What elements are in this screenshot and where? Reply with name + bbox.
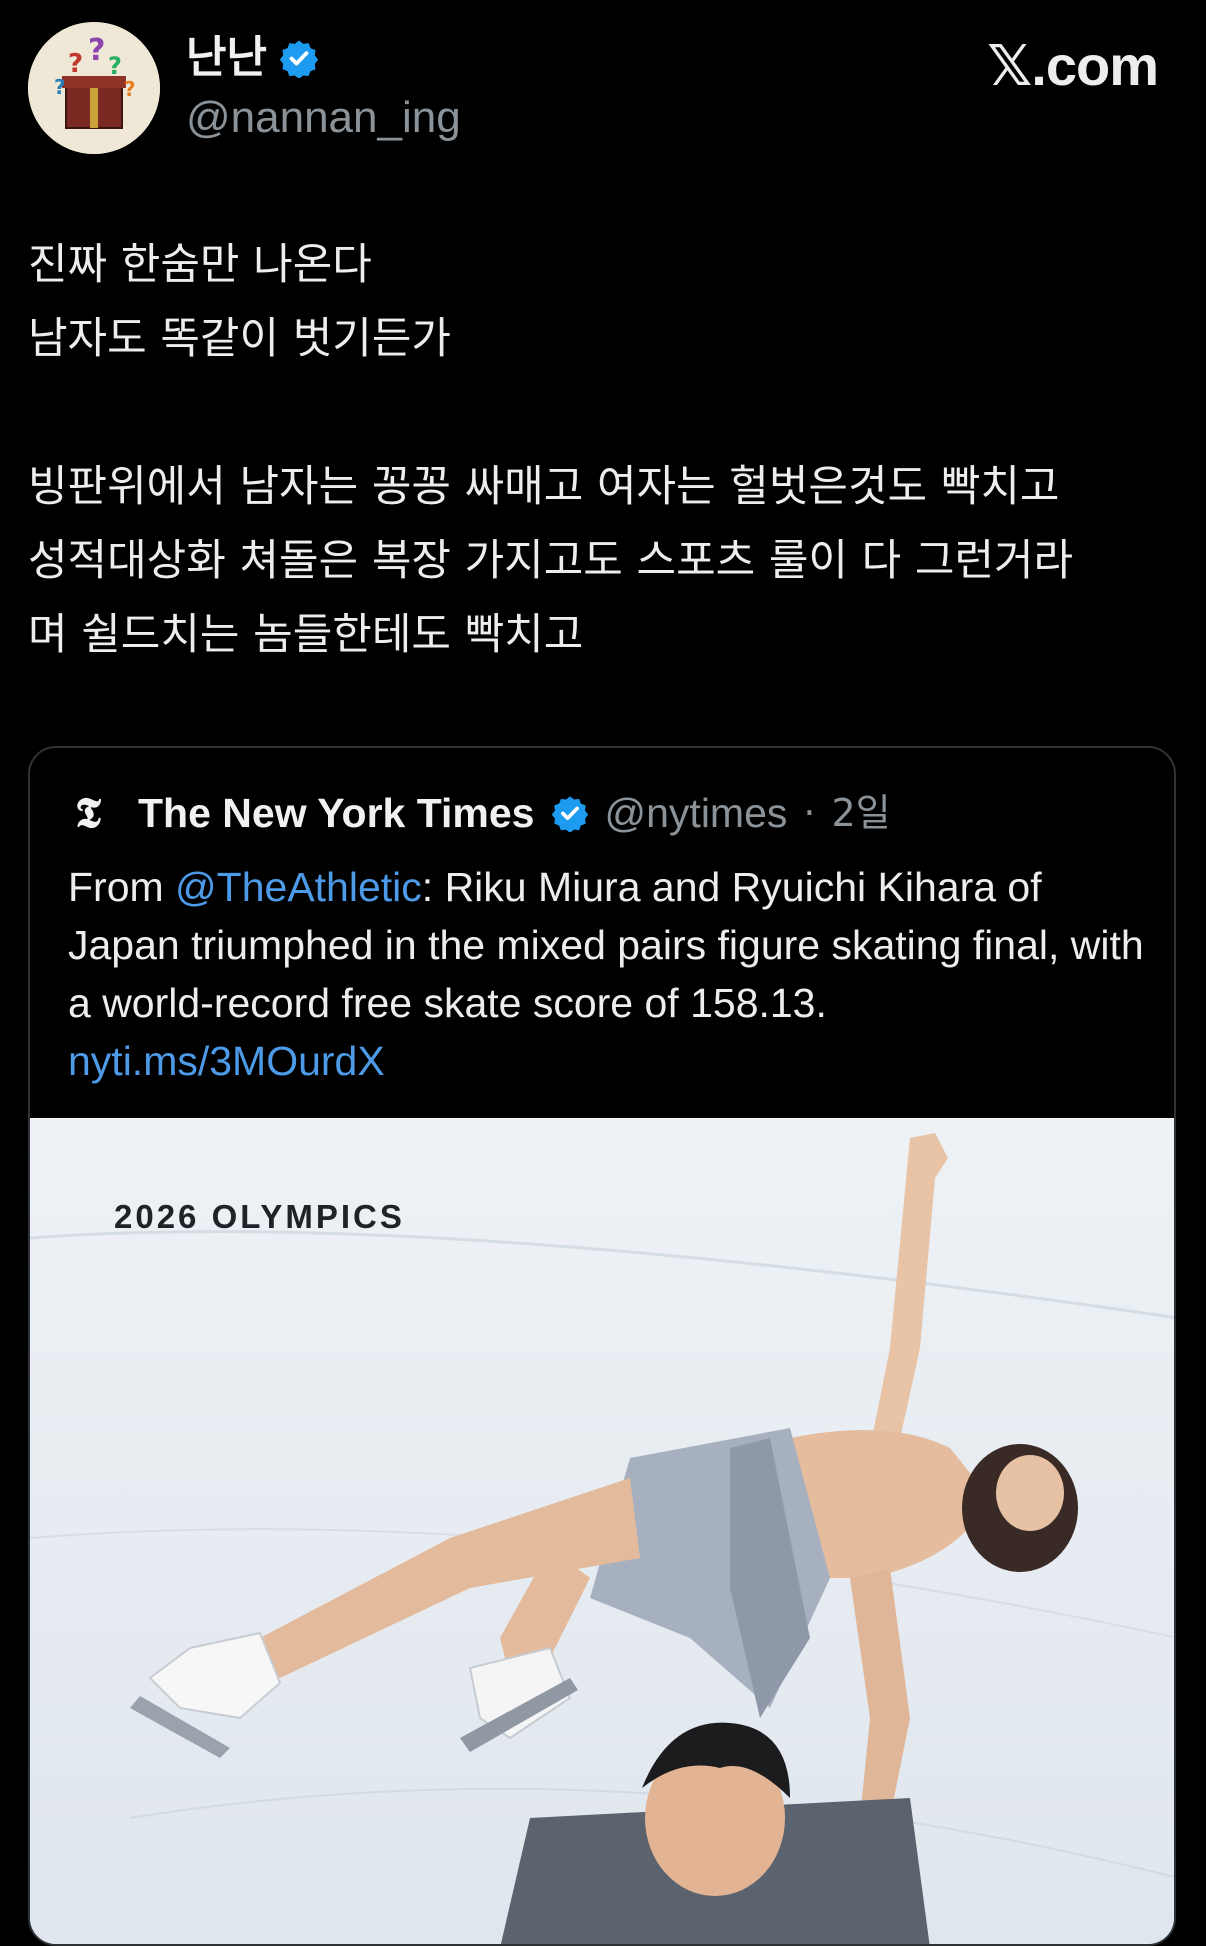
author-display-name[interactable]: 난난 — [186, 32, 267, 84]
author-name-row: 난난 — [186, 32, 319, 84]
nyt-logo-icon: 𝕿 — [75, 788, 101, 837]
svg-text:?: ? — [108, 52, 122, 80]
quoted-body-prefix: From — [68, 864, 176, 910]
quoted-mention-link[interactable]: @TheAthletic — [175, 864, 422, 910]
quoted-tweet-card[interactable]: 𝕿 The New York Times @nytimes · 2일 From … — [28, 746, 1176, 1946]
svg-text:?: ? — [88, 33, 105, 68]
quoted-separator: · — [803, 791, 816, 835]
quoted-author-handle[interactable]: @nytimes — [605, 788, 788, 838]
quoted-media-image[interactable]: 2026 OLYMPICS — [30, 1118, 1174, 1944]
svg-text:?: ? — [124, 77, 136, 101]
x-logo: 𝕏.com — [987, 34, 1159, 97]
quoted-tweet-header: 𝕿 The New York Times @nytimes · 2일 — [68, 788, 891, 838]
tweet-header: ? ? ? ? ? 난난 @nannan_ing 𝕏.com — [28, 22, 1178, 158]
media-caption-label: 2026 OLYMPICS — [114, 1198, 405, 1235]
quoted-url-link[interactable]: nyti.ms/3MOurdX — [68, 1038, 385, 1084]
quoted-author-name[interactable]: The New York Times — [138, 788, 535, 838]
quoted-timestamp[interactable]: 2일 — [831, 788, 890, 838]
figure-skating-photo — [30, 1118, 1174, 1944]
svg-text:?: ? — [54, 75, 66, 99]
verified-badge-icon — [551, 796, 588, 832]
tweet-text: 진짜 한숨만 나온다 남자도 똑같이 벗기든가 빙판위에서 남자는 꽁꽁 싸매고… — [28, 240, 1074, 660]
verified-badge-icon — [279, 40, 319, 78]
author-avatar[interactable]: ? ? ? ? ? — [28, 22, 160, 154]
quoted-tweet-body: From @TheAthletic: Riku Miura and Ryuich… — [68, 858, 1148, 1090]
svg-text:?: ? — [68, 49, 83, 79]
gift-box-question-avatar-icon: ? ? ? ? ? — [28, 22, 160, 154]
author-handle[interactable]: @nannan_ing — [186, 92, 461, 144]
